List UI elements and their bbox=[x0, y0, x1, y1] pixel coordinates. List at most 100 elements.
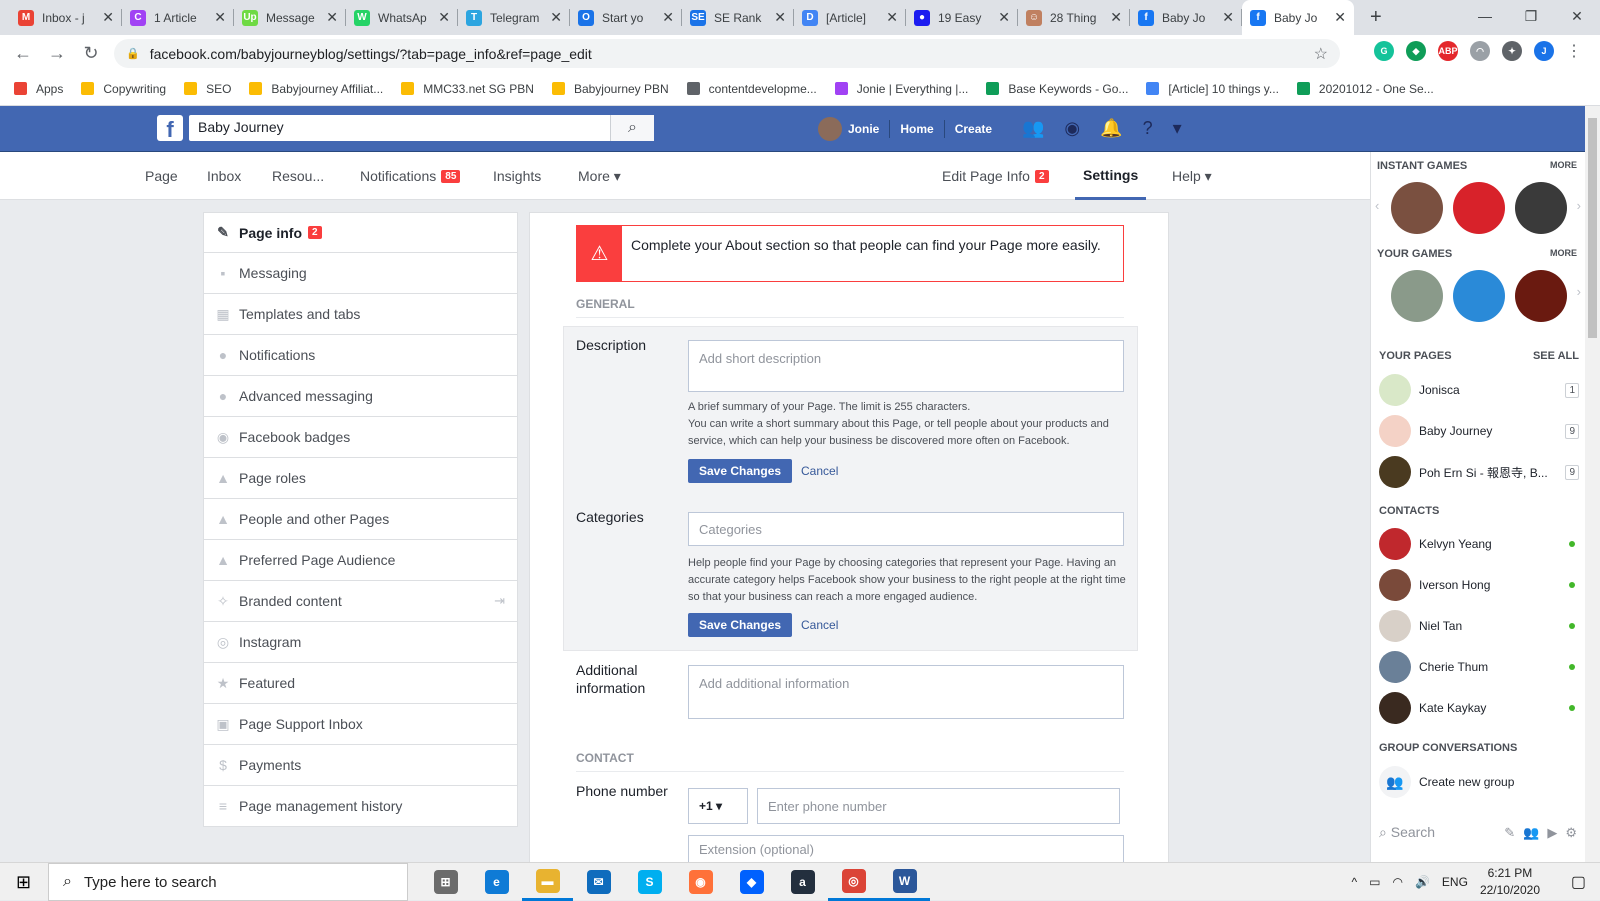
tab-edit-page-info[interactable]: Edit Page Info 2 bbox=[942, 152, 1049, 200]
game-thumbnail[interactable] bbox=[1515, 270, 1567, 322]
contact-item[interactable]: Niel Tan bbox=[1379, 608, 1579, 644]
close-icon[interactable]: ✕ bbox=[998, 9, 1010, 26]
close-icon[interactable]: ✕ bbox=[438, 9, 450, 26]
game-thumbnail[interactable] bbox=[1391, 270, 1443, 322]
chat-search-input[interactable]: ⌕ Search bbox=[1379, 824, 1435, 841]
external-link-icon[interactable]: ⇥ bbox=[494, 593, 505, 609]
taskbar-app[interactable]: ◉ bbox=[675, 863, 726, 901]
maximize-icon[interactable]: ❐ bbox=[1508, 0, 1554, 32]
contact-item[interactable]: Cherie Thum bbox=[1379, 649, 1579, 685]
browser-tab[interactable]: Up Message ✕ bbox=[234, 0, 346, 35]
home-link[interactable]: Home bbox=[890, 115, 943, 143]
chevron-down-icon[interactable]: ▾ bbox=[1173, 118, 1182, 139]
clock[interactable]: 6:21 PM 22/10/2020 bbox=[1480, 865, 1540, 899]
contact-item[interactable]: Kate Kaykay bbox=[1379, 690, 1579, 726]
create-link[interactable]: Create bbox=[945, 115, 1002, 143]
sidebar-item[interactable]: $ Payments bbox=[203, 745, 518, 786]
browser-tab[interactable]: T Telegram ✕ bbox=[458, 0, 570, 35]
forward-icon[interactable]: → bbox=[40, 43, 74, 64]
url-bar[interactable]: 🔒 facebook.com/babyjourneyblog/settings/… bbox=[114, 39, 1340, 68]
tab-more[interactable]: More ▾ bbox=[578, 152, 621, 200]
contact-item[interactable]: Iverson Hong bbox=[1379, 567, 1579, 603]
tab-resources[interactable]: Resou... bbox=[272, 152, 324, 200]
extension-icon[interactable]: ABP bbox=[1438, 41, 1458, 61]
chevron-right-icon[interactable]: › bbox=[1577, 284, 1581, 299]
browser-tab[interactable]: ● 19 Easy ✕ bbox=[906, 0, 1018, 35]
bookmark-item[interactable]: Copywriting bbox=[81, 82, 166, 96]
cancel-description-button[interactable]: Cancel bbox=[801, 459, 838, 483]
description-textarea[interactable]: Add short description bbox=[688, 340, 1124, 392]
sidebar-item[interactable]: ▪ Messaging bbox=[203, 253, 518, 294]
instant-games-more-link[interactable]: MORE bbox=[1550, 160, 1577, 170]
game-thumbnail[interactable] bbox=[1391, 182, 1443, 234]
taskbar-app[interactable]: W bbox=[879, 863, 930, 901]
bookmark-item[interactable]: Babyjourney PBN bbox=[551, 82, 669, 96]
bookmark-item[interactable]: Jonie | Everything |... bbox=[834, 82, 968, 96]
close-icon[interactable]: ✕ bbox=[1222, 9, 1234, 26]
extension-icon[interactable]: ✦ bbox=[1502, 41, 1522, 61]
sidebar-item[interactable]: ● Notifications bbox=[203, 335, 518, 376]
gear-icon[interactable]: ⚙ bbox=[1565, 825, 1577, 841]
taskbar-app[interactable]: e bbox=[471, 863, 522, 901]
taskbar-app[interactable]: ▬ bbox=[522, 863, 573, 901]
sidebar-item[interactable]: ◉ Facebook badges bbox=[203, 417, 518, 458]
sidebar-item[interactable]: ▲ People and other Pages bbox=[203, 499, 518, 540]
sidebar-item[interactable]: ▲ Preferred Page Audience bbox=[203, 540, 518, 581]
browser-tab[interactable]: f Baby Jo ✕ bbox=[1242, 0, 1354, 35]
bookmark-star-icon[interactable]: ☆ bbox=[1314, 44, 1328, 64]
sidebar-item[interactable]: ✎ Page info 2 bbox=[203, 212, 518, 253]
contact-item[interactable]: Kelvyn Yeang bbox=[1379, 526, 1579, 562]
tab-insights[interactable]: Insights bbox=[493, 152, 541, 200]
browser-tab[interactable]: ☺ 28 Thing ✕ bbox=[1018, 0, 1130, 35]
facebook-logo-icon[interactable]: f bbox=[157, 115, 183, 141]
back-icon[interactable]: ← bbox=[6, 43, 40, 64]
bell-icon[interactable]: 🔔 bbox=[1100, 118, 1122, 139]
game-thumbnail[interactable] bbox=[1453, 182, 1505, 234]
cancel-categories-button[interactable]: Cancel bbox=[801, 613, 838, 637]
sidebar-item[interactable]: ≡ Page management history bbox=[203, 786, 518, 827]
save-categories-button[interactable]: Save Changes bbox=[688, 613, 793, 637]
extension-icon[interactable]: G bbox=[1374, 41, 1394, 61]
save-description-button[interactable]: Save Changes bbox=[688, 459, 793, 483]
chevron-right-icon[interactable]: › bbox=[1577, 198, 1581, 213]
sidebar-item[interactable]: ◎ Instagram bbox=[203, 622, 518, 663]
your-games-more-link[interactable]: MORE bbox=[1550, 248, 1577, 258]
browser-tab[interactable]: O Start yo ✕ bbox=[570, 0, 682, 35]
reload-icon[interactable]: ↻ bbox=[74, 43, 108, 64]
bookmark-item[interactable]: contentdevelopme... bbox=[686, 82, 817, 96]
extension-icon[interactable]: J bbox=[1534, 41, 1554, 61]
bookmark-item[interactable]: Babyjourney Affiliat... bbox=[249, 82, 383, 96]
browser-tab[interactable]: D [Article] ✕ bbox=[794, 0, 906, 35]
taskbar-app[interactable]: ◆ bbox=[726, 863, 777, 901]
search-icon[interactable]: ⌕ bbox=[610, 115, 654, 141]
wifi-icon[interactable]: ◠ bbox=[1392, 875, 1402, 889]
sidebar-item[interactable]: ▣ Page Support Inbox bbox=[203, 704, 518, 745]
create-group-button[interactable]: 👥 Create new group bbox=[1379, 764, 1579, 800]
see-all-link[interactable]: SEE ALL bbox=[1533, 350, 1579, 362]
browser-tab[interactable]: M Inbox - j ✕ bbox=[10, 0, 122, 35]
chevron-left-icon[interactable]: ‹ bbox=[1375, 198, 1379, 213]
extension-icon[interactable]: ◆ bbox=[1406, 41, 1426, 61]
browser-tab[interactable]: W WhatsAp ✕ bbox=[346, 0, 458, 35]
close-window-icon[interactable]: ✕ bbox=[1554, 0, 1600, 32]
game-thumbnail[interactable] bbox=[1453, 270, 1505, 322]
page-list-item[interactable]: Jonisca 1 bbox=[1379, 372, 1579, 408]
sidebar-item[interactable]: ● Advanced messaging bbox=[203, 376, 518, 417]
close-icon[interactable]: ✕ bbox=[886, 9, 898, 26]
tab-page[interactable]: Page bbox=[145, 152, 178, 200]
notifications-icon[interactable]: ▢ bbox=[1571, 872, 1586, 892]
country-code-select[interactable]: +1 ▾ bbox=[688, 788, 748, 824]
page-scrollbar[interactable] bbox=[1585, 106, 1600, 862]
bookmark-item[interactable]: SEO bbox=[184, 82, 231, 96]
facebook-search-input[interactable]: Baby Journey bbox=[189, 115, 654, 141]
friends-icon[interactable]: 👥 bbox=[1022, 118, 1044, 139]
messenger-icon[interactable]: ◉ bbox=[1064, 118, 1080, 139]
browser-tab[interactable]: f Baby Jo ✕ bbox=[1130, 0, 1242, 35]
close-icon[interactable]: ✕ bbox=[214, 9, 226, 26]
language-indicator[interactable]: ENG bbox=[1442, 875, 1468, 889]
tab-notifications[interactable]: Notifications 85 bbox=[360, 152, 461, 200]
group-chat-icon[interactable]: 👥 bbox=[1523, 825, 1539, 841]
taskbar-app[interactable]: S bbox=[624, 863, 675, 901]
close-icon[interactable]: ✕ bbox=[550, 9, 562, 26]
chevron-up-icon[interactable]: ^ bbox=[1352, 875, 1358, 889]
